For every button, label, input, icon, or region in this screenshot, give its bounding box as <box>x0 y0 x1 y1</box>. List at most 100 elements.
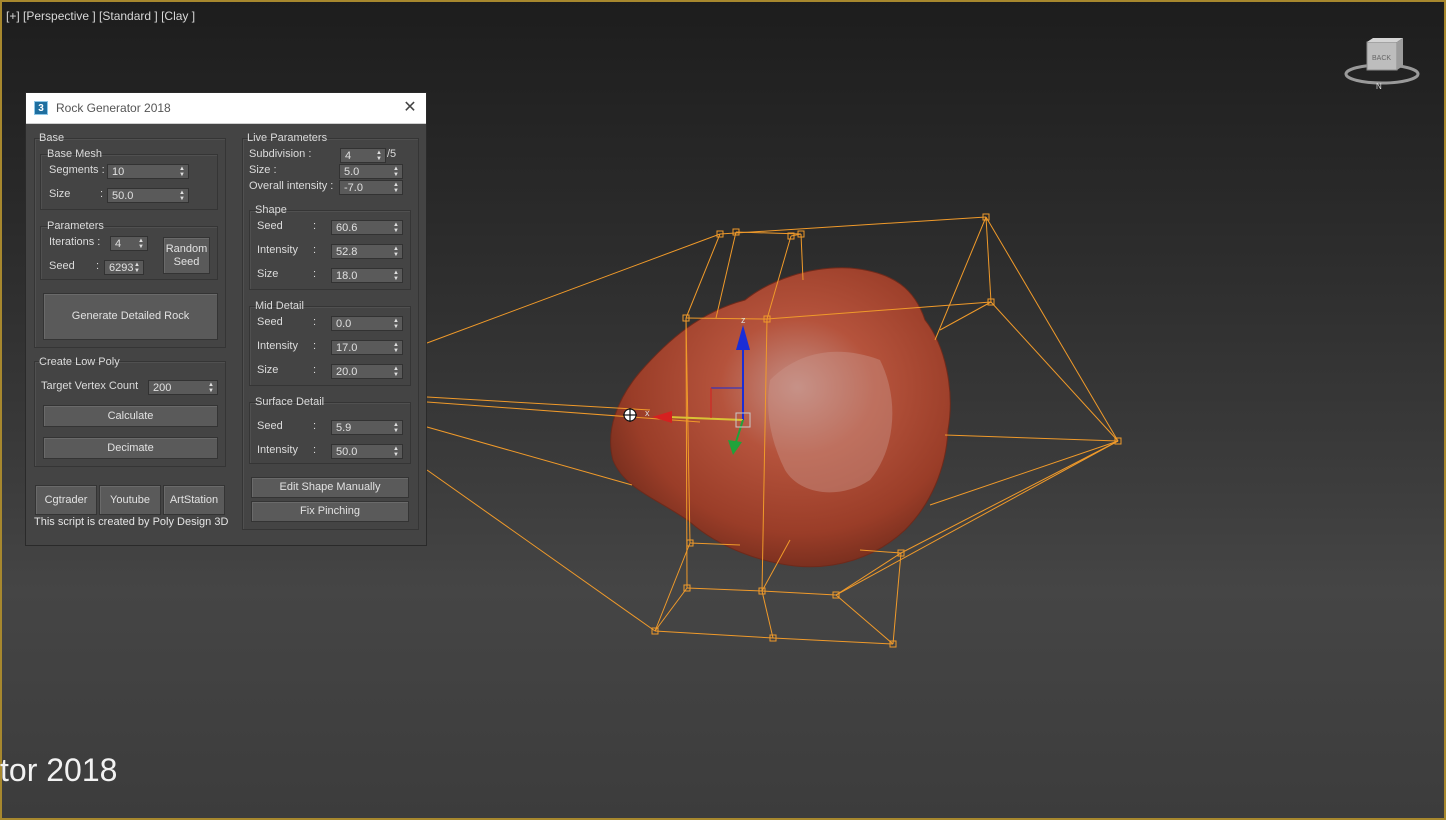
mid-seed-spinner[interactable]: 0.0 ▲ ▼ <box>331 316 403 331</box>
iterations-value[interactable]: 4 <box>111 238 137 250</box>
dialog-titlebar[interactable]: 3 Rock Generator 2018 ✕ <box>26 93 426 124</box>
base-mesh-label: Base Mesh <box>47 148 103 160</box>
shape-intensity-spinner[interactable]: 52.8 ▲ ▼ <box>331 244 403 259</box>
spinner-arrows-icon[interactable]: ▲ ▼ <box>137 237 145 250</box>
random-seed-label-line1: Random <box>165 242 208 255</box>
iterations-label: Iterations : <box>49 236 101 248</box>
overall-intensity-value[interactable]: -7.0 <box>340 182 392 194</box>
spinner-arrows-icon[interactable]: ▲ ▼ <box>392 269 400 282</box>
subdivision-label: Subdivision : <box>249 148 312 160</box>
low-poly-label: Create Low Poly <box>39 356 120 368</box>
target-vertex-spinner[interactable]: 200 ▲ ▼ <box>148 380 218 395</box>
size-label: Size <box>49 188 71 200</box>
spinner-arrows-icon[interactable]: ▲ ▼ <box>207 381 215 394</box>
shape-label: Shape <box>255 204 287 216</box>
shape-intensity-label: Intensity <box>257 244 298 256</box>
footer-credit: This script is created by Poly Design 3D <box>34 516 229 528</box>
target-vertex-value[interactable]: 200 <box>149 382 207 394</box>
spinner-arrows-icon[interactable]: ▲ ▼ <box>392 445 400 458</box>
viewcube-label: BACK <box>1372 55 1391 62</box>
surface-seed-value[interactable]: 5.9 <box>332 422 392 434</box>
seed-value[interactable]: 6293 <box>105 262 133 274</box>
colon: : <box>313 268 317 280</box>
target-vertex-label: Target Vertex Count <box>41 380 139 392</box>
surface-intensity-label: Intensity <box>257 444 298 456</box>
size-spinner[interactable]: 50.0 ▲ ▼ <box>107 188 189 203</box>
colon: : <box>313 220 317 232</box>
seed-spinner[interactable]: 6293 ▲ ▼ <box>104 260 144 275</box>
svg-text:z: z <box>741 315 746 325</box>
generate-detailed-rock-button[interactable]: Generate Detailed Rock <box>43 293 218 340</box>
overall-intensity-label: Overall intensity : <box>249 180 334 192</box>
base-label: Base <box>39 132 65 144</box>
youtube-button[interactable]: Youtube <box>99 485 161 515</box>
spinner-arrows-icon[interactable]: ▲ ▼ <box>392 165 400 178</box>
surface-seed-spinner[interactable]: 5.9 ▲ ▼ <box>331 420 403 435</box>
segments-spinner[interactable]: 10 ▲ ▼ <box>107 164 189 179</box>
svg-text:x: x <box>645 408 650 418</box>
shape-seed-label: Seed <box>257 220 283 232</box>
shape-size-label: Size <box>257 268 279 280</box>
seed-label: Seed <box>49 260 75 272</box>
size-colon: : <box>100 188 104 200</box>
mid-detail-label: Mid Detail <box>255 300 304 312</box>
spinner-arrows-icon[interactable]: ▲ ▼ <box>178 189 186 202</box>
shape-size-value[interactable]: 18.0 <box>332 270 392 282</box>
spinner-arrows-icon[interactable]: ▲ ▼ <box>392 341 400 354</box>
colon: : <box>313 244 317 256</box>
live-parameters-label: Live Parameters <box>247 132 328 144</box>
subdivision-max: /5 <box>387 148 397 160</box>
shape-intensity-value[interactable]: 52.8 <box>332 246 392 258</box>
seed-colon: : <box>96 260 100 272</box>
subdivision-spinner[interactable]: 4 ▲ ▼ <box>340 148 386 163</box>
iterations-spinner[interactable]: 4 ▲ ▼ <box>110 236 148 251</box>
shape-size-spinner[interactable]: 18.0 ▲ ▼ <box>331 268 403 283</box>
mid-intensity-spinner[interactable]: 17.0 ▲ ▼ <box>331 340 403 355</box>
surface-seed-label: Seed <box>257 420 283 432</box>
subdivision-value[interactable]: 4 <box>341 150 375 162</box>
spinner-arrows-icon[interactable]: ▲ ▼ <box>392 365 400 378</box>
mid-intensity-value[interactable]: 17.0 <box>332 342 392 354</box>
shape-seed-value[interactable]: 60.6 <box>332 222 392 234</box>
colon: : <box>313 316 317 328</box>
random-seed-label-line2: Seed <box>173 255 200 268</box>
viewcube-icon[interactable]: BACK N <box>1344 36 1422 92</box>
viewport-label[interactable]: [+] [Perspective ] [Standard ] [Clay ] <box>6 9 195 23</box>
spinner-arrows-icon[interactable]: ▲ ▼ <box>133 261 141 274</box>
segments-value[interactable]: 10 <box>108 166 178 178</box>
live-size-value[interactable]: 5.0 <box>340 166 392 178</box>
app-icon: 3 <box>34 101 48 115</box>
random-seed-button[interactable]: Random Seed <box>163 237 210 274</box>
spinner-arrows-icon[interactable]: ▲ ▼ <box>178 165 186 178</box>
surface-intensity-spinner[interactable]: 50.0 ▲ ▼ <box>331 444 403 459</box>
cgtrader-button[interactable]: Cgtrader <box>35 485 97 515</box>
colon: : <box>313 340 317 352</box>
spinner-arrows-icon[interactable]: ▲ ▼ <box>392 221 400 234</box>
mid-size-value[interactable]: 20.0 <box>332 366 392 378</box>
overall-intensity-spinner[interactable]: -7.0 ▲ ▼ <box>339 180 403 195</box>
colon: : <box>313 364 317 376</box>
spinner-arrows-icon[interactable]: ▲ ▼ <box>392 421 400 434</box>
spinner-arrows-icon[interactable]: ▲ ▼ <box>375 149 383 162</box>
segments-label: Segments : <box>49 164 105 176</box>
artstation-button[interactable]: ArtStation <box>163 485 225 515</box>
shape-seed-spinner[interactable]: 60.6 ▲ ▼ <box>331 220 403 235</box>
fix-pinching-button[interactable]: Fix Pinching <box>251 501 409 522</box>
spinner-arrows-icon[interactable]: ▲ ▼ <box>392 317 400 330</box>
mid-seed-value[interactable]: 0.0 <box>332 318 392 330</box>
close-icon[interactable]: ✕ <box>402 99 418 117</box>
rock-generator-dialog: 3 Rock Generator 2018 ✕ Base Base Mesh S… <box>25 92 427 546</box>
decimate-button[interactable]: Decimate <box>43 437 218 459</box>
mid-seed-label: Seed <box>257 316 283 328</box>
rock-highlight <box>768 351 893 493</box>
surface-detail-label: Surface Detail <box>255 396 325 408</box>
calculate-button[interactable]: Calculate <box>43 405 218 427</box>
surface-intensity-value[interactable]: 50.0 <box>332 446 392 458</box>
edit-shape-manually-button[interactable]: Edit Shape Manually <box>251 477 409 498</box>
live-size-spinner[interactable]: 5.0 ▲ ▼ <box>339 164 403 179</box>
mid-size-spinner[interactable]: 20.0 ▲ ▼ <box>331 364 403 379</box>
mid-intensity-label: Intensity <box>257 340 298 352</box>
size-value[interactable]: 50.0 <box>108 190 178 202</box>
spinner-arrows-icon[interactable]: ▲ ▼ <box>392 245 400 258</box>
spinner-arrows-icon[interactable]: ▲ ▼ <box>392 181 400 194</box>
